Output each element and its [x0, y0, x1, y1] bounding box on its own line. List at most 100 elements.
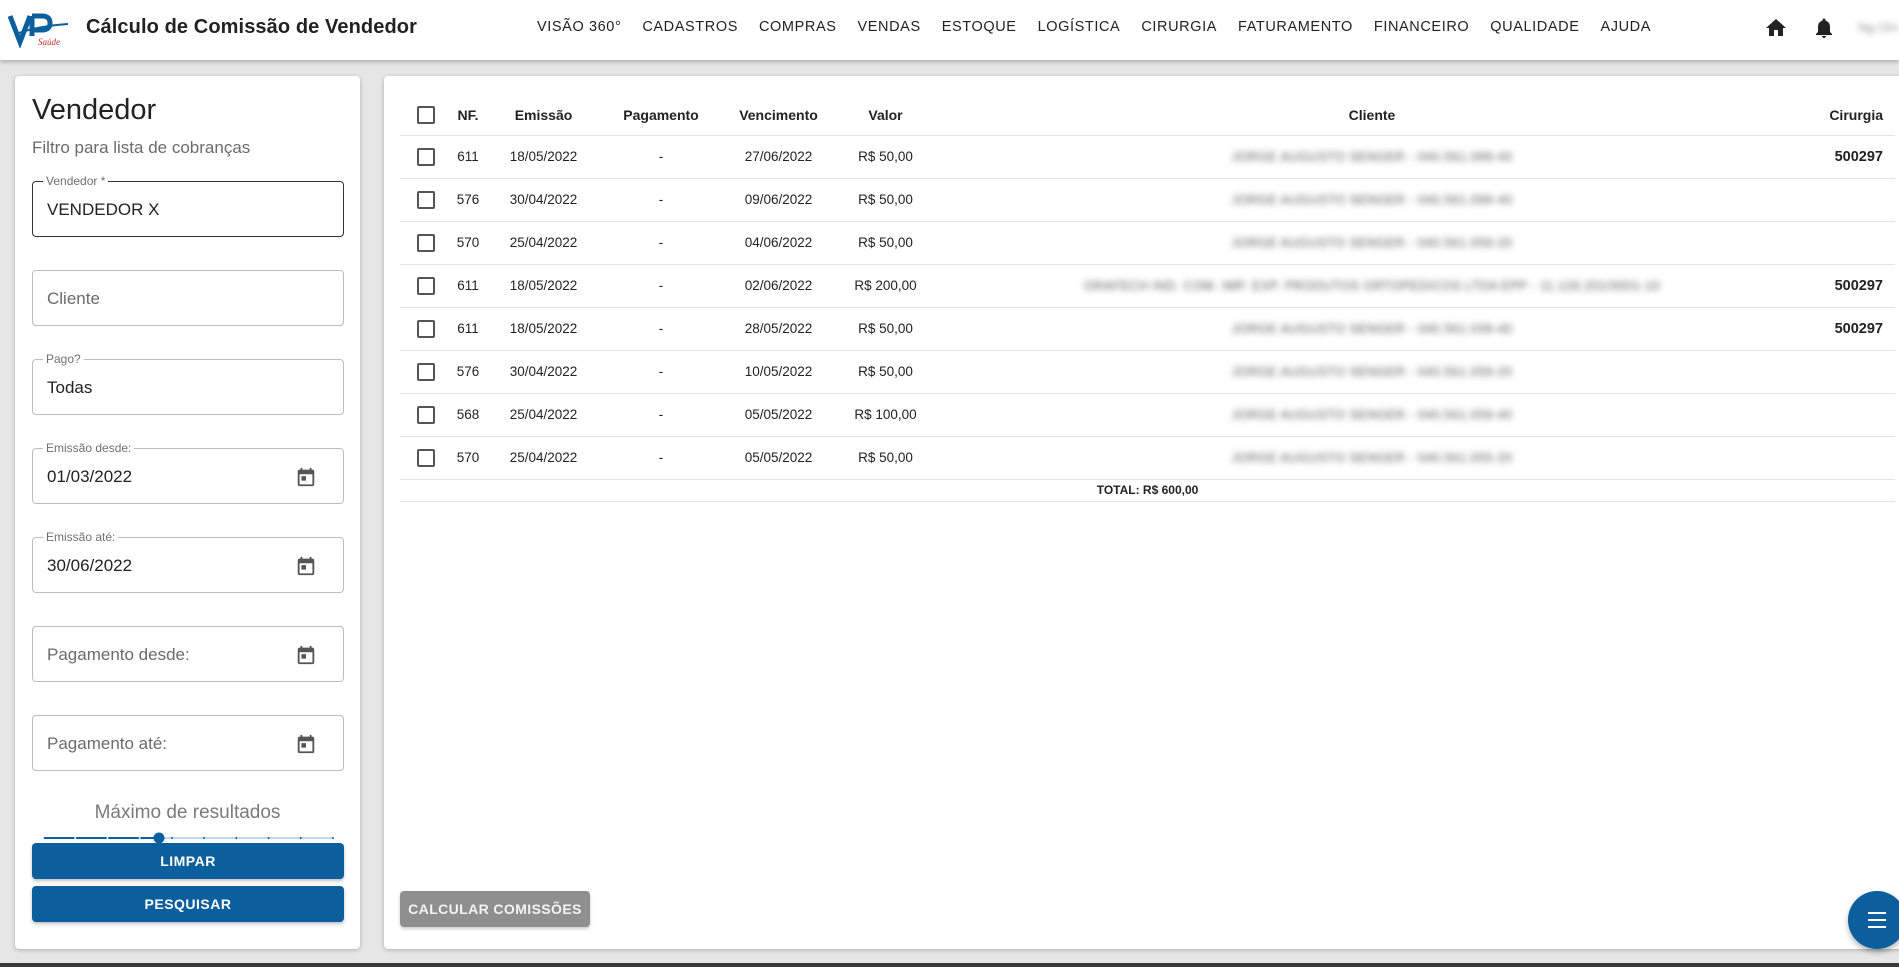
nav-compras[interactable]: COMPRAS [759, 19, 837, 35]
row-select-cell [400, 264, 451, 308]
cell-emissao: 18/05/2022 [485, 135, 602, 179]
row-checkbox[interactable] [416, 319, 435, 338]
cell-emissao: 30/04/2022 [485, 178, 602, 222]
home-icon[interactable] [1764, 16, 1788, 40]
pago-select[interactable]: Pago? Todas [32, 352, 344, 415]
cliente-name: JORGE AUGUSTO SENGER - 040.561.055-20 [1231, 451, 1513, 465]
cell-valor: R$ 50,00 [837, 436, 934, 480]
nav-visao-360[interactable]: VISÃO 360° [537, 19, 621, 35]
row-checkbox[interactable] [416, 233, 435, 252]
cell-cliente: JORGE AUGUSTO SENGER - 040.561.055-20 [934, 436, 1810, 480]
vendedor-value: VENDEDOR X [47, 200, 160, 219]
calculate-commissions-button[interactable]: CALCULAR COMISSÕES [400, 891, 590, 927]
cell-emissao: 25/04/2022 [485, 436, 602, 480]
cell-valor: R$ 50,00 [837, 178, 934, 222]
cell-emissao: 25/04/2022 [485, 221, 602, 265]
filter-subtitle: Filtro para lista de cobranças [32, 138, 251, 157]
slider-tick [42, 837, 44, 839]
table-row[interactable]: 570 25/04/2022-05/05/2022 R$ 50,00 JORGE AU… [400, 436, 1895, 480]
calendar-icon[interactable] [295, 733, 317, 755]
table-row[interactable]: 611 18/05/2022-28/05/2022 R$ 50,00 JORGE AU… [400, 307, 1895, 351]
pago-value: Todas [47, 378, 93, 397]
row-select-cell [400, 135, 451, 179]
table-row[interactable]: 570 25/04/2022-04/06/2022 R$ 50,00 JORGE AU… [400, 221, 1895, 265]
cell-cliente: JORGE AUGUSTO SENGER - 040.561.059-40 [934, 393, 1810, 437]
header-nf[interactable]: NF. [451, 95, 485, 136]
menu-icon [1868, 912, 1886, 928]
cell-cirurgia [1810, 436, 1895, 480]
cell-emissao: 18/05/2022 [485, 264, 602, 308]
select-all-checkbox[interactable] [416, 105, 435, 124]
nav-estoque[interactable]: ESTOQUE [942, 19, 1017, 35]
clear-button[interactable]: LIMPAR [32, 843, 344, 879]
cliente-name: JORGE AUGUSTO SENGER - 040.561.099-40 [1231, 193, 1513, 207]
nav-faturamento[interactable]: FATURAMENTO [1238, 19, 1353, 35]
cell-valor: R$ 100,00 [837, 393, 934, 437]
pagamento-desde-field[interactable]: Pagamento desde: [32, 626, 344, 682]
calendar-icon[interactable] [295, 555, 317, 577]
cell-cliente: JORGE AUGUSTO SENGER - 040.561.099-40 [934, 135, 1810, 179]
row-checkbox[interactable] [416, 190, 435, 209]
pagamento-desde-placeholder: Pagamento desde: [47, 645, 190, 664]
emissao-desde-field[interactable]: Emissão desde: 01/03/2022 [32, 441, 344, 504]
row-checkbox[interactable] [416, 276, 435, 295]
row-checkbox[interactable] [416, 448, 435, 467]
header-cliente[interactable]: Cliente [934, 95, 1810, 136]
user-name[interactable]: Ng OH [1858, 20, 1898, 35]
company-logo[interactable]: Saúde [8, 12, 70, 48]
header-pagamento[interactable]: Pagamento [602, 95, 720, 136]
nav-cirurgia[interactable]: CIRURGIA [1141, 19, 1217, 35]
cell-pagamento: - [602, 393, 720, 437]
cell-nf: 570 [451, 436, 485, 480]
slider-tick [267, 837, 270, 839]
table-row[interactable]: 611 18/05/2022-27/06/2022 R$ 50,00 JORGE AU… [400, 135, 1895, 179]
cell-pagamento: - [602, 350, 720, 394]
header-emissao[interactable]: Emissão [485, 95, 602, 136]
cell-cirurgia: 500297 [1810, 135, 1895, 179]
cell-emissao: 18/05/2022 [485, 307, 602, 351]
cell-cirurgia: 500297 [1810, 307, 1895, 351]
table-row[interactable]: 611 18/05/2022-02/06/2022 R$ 200,00 ORAFECH… [400, 264, 1895, 308]
table-row[interactable]: 576 30/04/2022-09/06/2022 R$ 50,00 JORGE AU… [400, 178, 1895, 222]
header-cirurgia[interactable]: Cirurgia [1810, 95, 1895, 136]
pagamento-ate-field[interactable]: Pagamento até: [32, 715, 344, 771]
cell-valor: R$ 50,00 [837, 221, 934, 265]
emissao-ate-field[interactable]: Emissão até: 30/06/2022 [32, 530, 344, 593]
slider-tick [106, 837, 109, 839]
row-checkbox[interactable] [416, 147, 435, 166]
calendar-icon[interactable] [295, 466, 317, 488]
cell-cliente: JORGE AUGUSTO SENGER - 040.561.059-20 [934, 350, 1810, 394]
cell-cliente: JORGE AUGUSTO SENGER - 040.561.059-20 [934, 221, 1810, 265]
emissao-desde-value: 01/03/2022 [47, 467, 133, 486]
cell-valor: R$ 50,00 [837, 350, 934, 394]
menu-fab-button[interactable] [1848, 891, 1899, 949]
row-checkbox[interactable] [416, 405, 435, 424]
vendedor-field[interactable]: Vendedor * VENDEDOR X [32, 174, 344, 237]
cell-nf: 570 [451, 221, 485, 265]
header-vencimento[interactable]: Vencimento [720, 95, 837, 136]
slider-tick [203, 837, 206, 839]
search-button[interactable]: PESQUISAR [32, 886, 344, 922]
calendar-icon[interactable] [295, 644, 317, 666]
vendedor-label: Vendedor * [43, 174, 109, 188]
cell-pagamento: - [602, 436, 720, 480]
table-row[interactable]: 568 25/04/2022-05/05/2022 R$ 100,00 JORGE A… [400, 393, 1895, 437]
nav-ajuda[interactable]: AJUDA [1600, 19, 1651, 35]
bell-icon[interactable] [1812, 16, 1836, 40]
cell-cirurgia [1810, 350, 1895, 394]
nav-qualidade[interactable]: QUALIDADE [1490, 19, 1579, 35]
row-checkbox[interactable] [416, 362, 435, 381]
total-value: TOTAL: R$ 600,00 [400, 479, 1895, 502]
nav-financeiro[interactable]: FINANCEIRO [1374, 19, 1469, 35]
cliente-name: JORGE AUGUSTO SENGER - 040.561.059-20 [1231, 236, 1513, 250]
cliente-field[interactable]: Cliente [32, 270, 344, 326]
emissao-desde-label: Emissão desde: [43, 441, 135, 455]
max-results-label: Máximo de resultados [94, 802, 281, 823]
nav-vendas[interactable]: VENDAS [858, 19, 921, 35]
header-valor[interactable]: Valor [837, 95, 934, 136]
cell-nf: 576 [451, 350, 485, 394]
filter-panel: Vendedor Filtro para lista de cobranças … [15, 76, 360, 949]
nav-cadastros[interactable]: CADASTROS [642, 19, 738, 35]
table-row[interactable]: 576 30/04/2022-10/05/2022 R$ 50,00 JORGE AU… [400, 350, 1895, 394]
nav-logistica[interactable]: LOGÍSTICA [1038, 19, 1121, 35]
